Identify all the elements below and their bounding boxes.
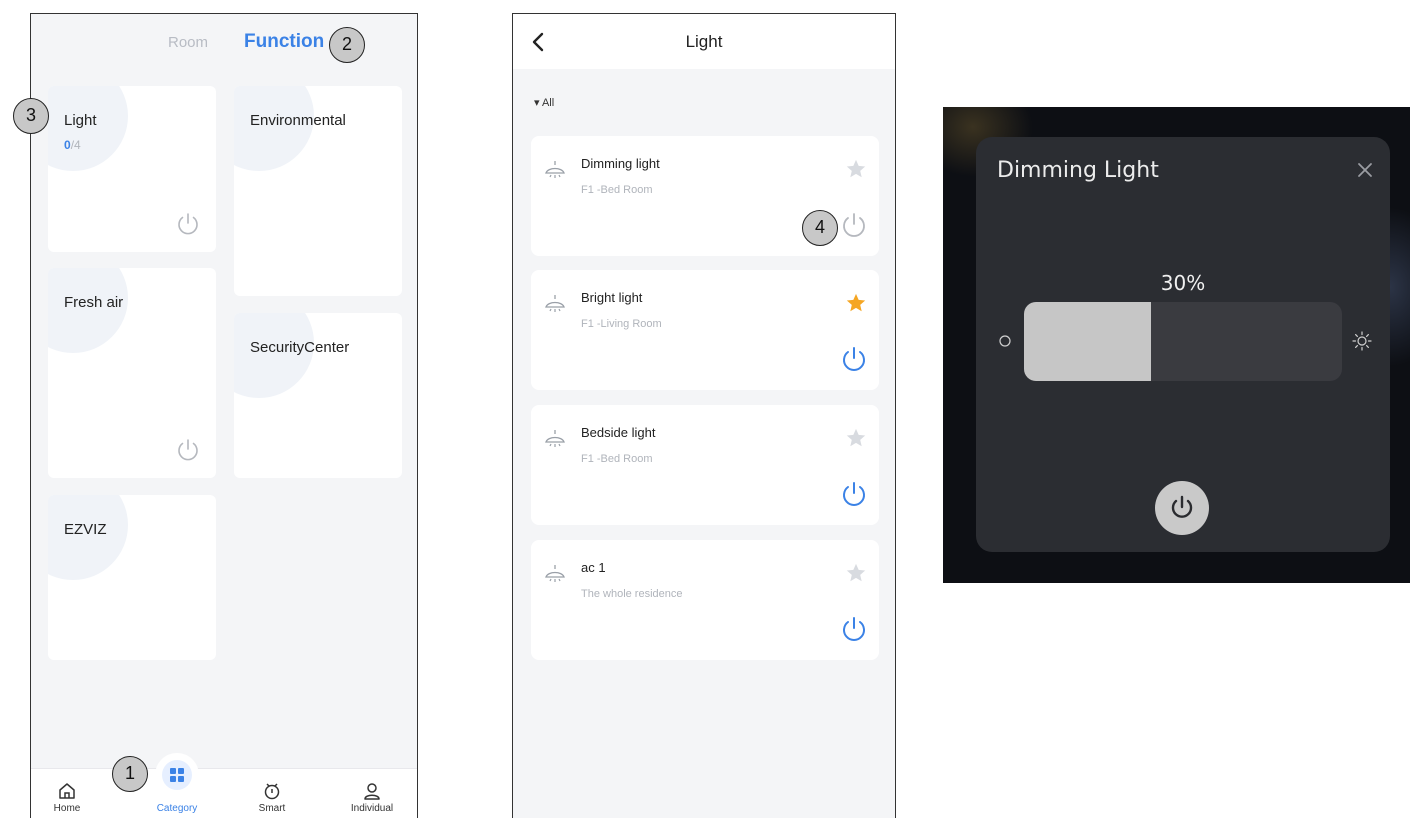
card-device-count: 0/4 bbox=[64, 138, 81, 152]
device-room: The whole residence bbox=[581, 588, 683, 600]
count-on: 0 bbox=[64, 138, 71, 152]
category-card-securitycenter[interactable]: SecurityCenter bbox=[234, 313, 402, 478]
user-icon bbox=[364, 783, 380, 800]
count-total: /4 bbox=[70, 138, 81, 152]
nav-label: Category bbox=[156, 803, 198, 814]
power-icon[interactable] bbox=[839, 344, 869, 374]
lamp-icon bbox=[545, 161, 565, 178]
power-icon[interactable] bbox=[839, 210, 869, 240]
nav-individual[interactable]: Individual bbox=[337, 781, 407, 814]
brightness-percent: 30% bbox=[1160, 271, 1206, 295]
category-card-fresh-air[interactable]: Fresh air bbox=[48, 268, 216, 478]
bottom-navigation: Home Category Smart Individual bbox=[31, 753, 417, 818]
card-title: Environmental bbox=[250, 112, 346, 129]
lamp-icon bbox=[545, 430, 565, 447]
device-name: Bedside light bbox=[581, 425, 656, 440]
dimming-dialog: Dimming Light 30% bbox=[976, 137, 1390, 552]
smart-icon bbox=[264, 783, 280, 800]
nav-label: Individual bbox=[350, 803, 394, 814]
nav-home[interactable]: Home bbox=[32, 781, 102, 814]
category-bubble[interactable] bbox=[155, 753, 199, 797]
category-card-ezviz[interactable]: EZVIZ bbox=[48, 495, 216, 660]
category-card-light[interactable]: Light 0/4 bbox=[48, 86, 216, 252]
dimmer-panel-background: Dimming Light 30% bbox=[943, 107, 1410, 583]
category-card-environmental[interactable]: Environmental bbox=[234, 86, 402, 296]
callout-3: 3 bbox=[13, 98, 49, 134]
device-card-bedside-light[interactable]: Bedside light F1 -Bed Room bbox=[531, 405, 879, 525]
nav-label: Home bbox=[53, 803, 81, 814]
category-icon bbox=[170, 768, 184, 782]
power-icon[interactable] bbox=[839, 479, 869, 509]
slider-fill bbox=[1024, 302, 1152, 381]
filter-dropdown[interactable]: ▾ All bbox=[534, 96, 554, 109]
nav-category[interactable]: Category bbox=[142, 803, 212, 814]
category-bubble-inner bbox=[162, 760, 192, 790]
light-header: Light bbox=[513, 14, 895, 69]
device-name: ac 1 bbox=[581, 560, 606, 575]
nav-smart[interactable]: Smart bbox=[237, 781, 307, 814]
dialog-title: Dimming Light bbox=[997, 158, 1159, 183]
power-icon[interactable] bbox=[839, 614, 869, 644]
device-name: Bright light bbox=[581, 290, 643, 305]
power-icon[interactable] bbox=[174, 210, 202, 238]
light-list-screen: Light ▾ All Dimming light F1 -Bed Room B… bbox=[512, 13, 896, 818]
device-name: Dimming light bbox=[581, 156, 660, 171]
callout-1: 1 bbox=[112, 756, 148, 792]
star-icon[interactable] bbox=[845, 292, 867, 314]
device-room: F1 -Bed Room bbox=[581, 184, 653, 196]
dimmer-power-button[interactable] bbox=[1155, 481, 1209, 535]
star-icon[interactable] bbox=[845, 562, 867, 584]
device-card-bright-light[interactable]: Bright light F1 -Living Room bbox=[531, 270, 879, 390]
category-screen: Room Function Light 0/4 Environmental Fr… bbox=[30, 13, 418, 818]
brightness-high-icon bbox=[1352, 331, 1372, 351]
card-title: Light bbox=[64, 112, 97, 129]
brightness-slider[interactable] bbox=[1024, 302, 1342, 381]
callout-2: 2 bbox=[329, 27, 365, 63]
device-room: F1 -Living Room bbox=[581, 318, 662, 330]
close-icon[interactable] bbox=[1354, 159, 1376, 181]
brightness-low-icon bbox=[999, 335, 1011, 347]
tab-function[interactable]: Function bbox=[244, 31, 324, 53]
page: Room Function Light 0/4 Environmental Fr… bbox=[0, 0, 1410, 818]
lamp-icon bbox=[545, 565, 565, 582]
power-icon[interactable] bbox=[174, 436, 202, 464]
power-icon bbox=[1171, 495, 1193, 518]
device-card-ac-1[interactable]: ac 1 The whole residence bbox=[531, 540, 879, 660]
device-room: F1 -Bed Room bbox=[581, 453, 653, 465]
callout-4: 4 bbox=[802, 210, 838, 246]
page-title: Light bbox=[685, 32, 723, 51]
lamp-icon bbox=[545, 295, 565, 312]
card-title: Fresh air bbox=[64, 294, 124, 311]
card-title: SecurityCenter bbox=[250, 339, 350, 356]
nav-label: Smart bbox=[258, 803, 286, 814]
star-icon[interactable] bbox=[845, 427, 867, 449]
tab-room[interactable]: Room bbox=[168, 34, 208, 51]
star-icon[interactable] bbox=[845, 158, 867, 180]
home-icon bbox=[59, 783, 75, 799]
card-title: EZVIZ bbox=[64, 521, 107, 538]
